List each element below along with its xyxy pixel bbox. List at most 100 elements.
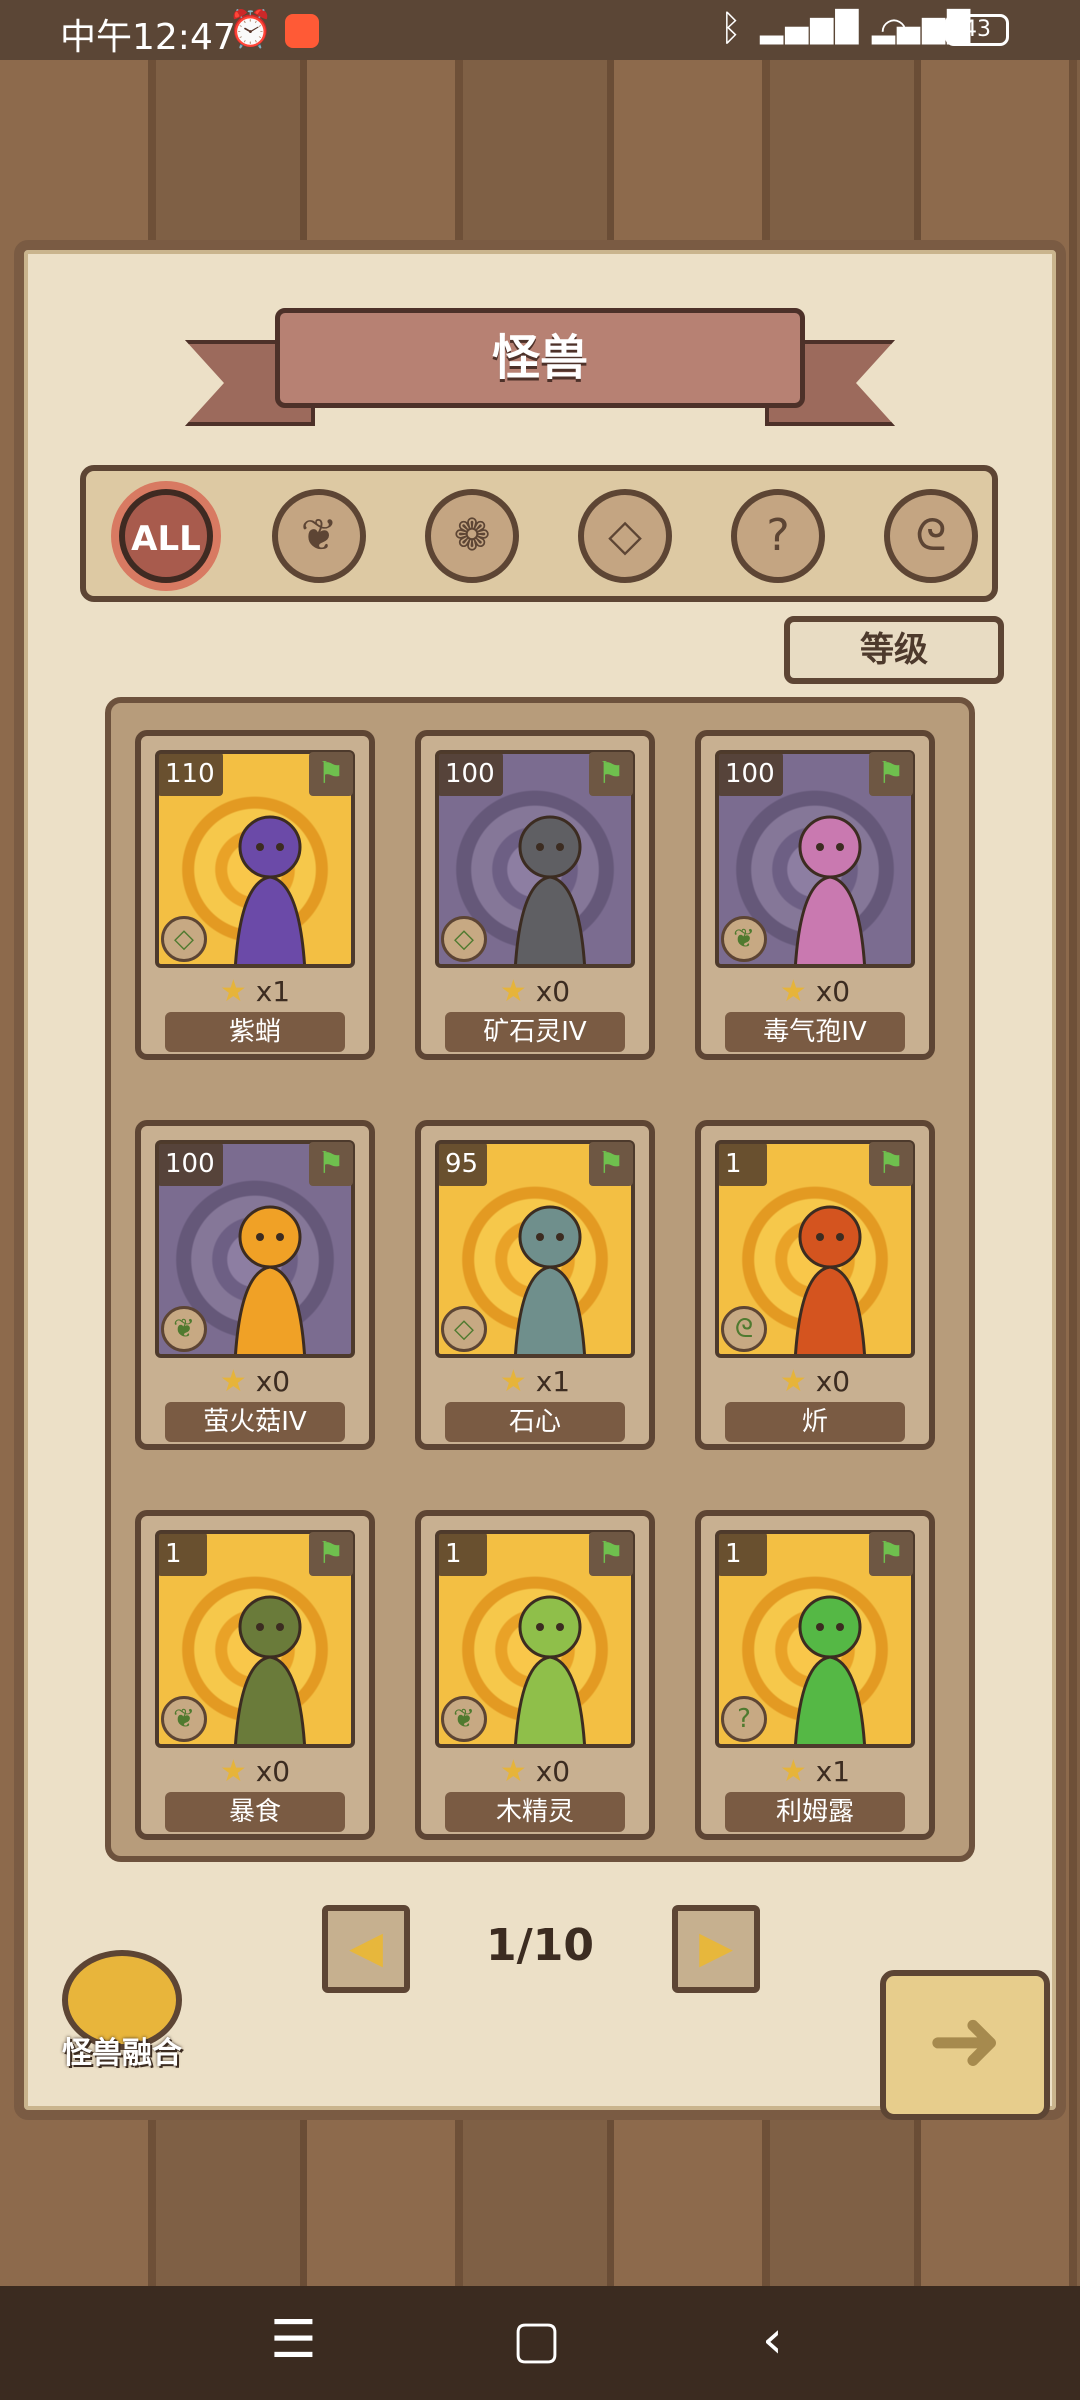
monster-fusion-button[interactable]: 怪兽融合	[58, 1950, 186, 2071]
flag-icon[interactable]: ⚑	[309, 1532, 353, 1576]
filter-all-label: ALL	[131, 519, 201, 559]
flag-icon[interactable]: ⚑	[869, 752, 913, 796]
filter-leaf-button[interactable]: ❦	[272, 489, 366, 583]
leaf-icon: ❦	[441, 1696, 487, 1742]
monster-figure	[514, 1595, 586, 1744]
sort-level-button[interactable]: 等级	[784, 616, 1004, 684]
flag-icon[interactable]: ⚑	[589, 1532, 633, 1576]
count-value: x0	[535, 975, 571, 1008]
star-icon: ★	[779, 1364, 807, 1399]
exit-button[interactable]: ➜	[880, 1970, 1050, 2120]
monster-name: 紫蛸	[165, 1012, 345, 1052]
flag-icon[interactable]: ⚑	[309, 1142, 353, 1186]
filter-rune-button[interactable]: ᘓ	[884, 489, 978, 583]
monster-figure	[234, 1205, 306, 1354]
star-icon: ★	[779, 1754, 807, 1789]
leaf-icon: ❦	[721, 916, 767, 962]
rune-icon: ᘓ	[721, 1306, 767, 1352]
star-icon: ★	[219, 1364, 247, 1399]
monster-card[interactable]: 95 ⚑ ◇ ★ x1 石心	[415, 1120, 655, 1450]
filter-crystal-button[interactable]: ◇	[578, 489, 672, 583]
flag-icon[interactable]: ⚑	[589, 1142, 633, 1186]
back-icon[interactable]: ‹	[762, 2310, 783, 2370]
fusion-label: 怪兽融合	[62, 2036, 182, 2071]
flag-icon[interactable]: ⚑	[869, 1142, 913, 1186]
monster-name: 萤火菇IV	[165, 1402, 345, 1442]
level-badge: 1	[717, 1532, 767, 1576]
question-icon: ?	[766, 510, 790, 561]
status-time: 中午12:47	[60, 17, 236, 58]
crystal-icon: ◇	[441, 916, 487, 962]
count-value: x1	[255, 975, 291, 1008]
crystal-icon: ◇	[441, 1306, 487, 1352]
owned-count: ★ x1	[421, 1364, 649, 1399]
level-badge: 1	[437, 1532, 487, 1576]
monster-card[interactable]: 1 ⚑ ❦ ★ x0 木精灵	[415, 1510, 655, 1840]
monster-card[interactable]: 100 ⚑ ❦ ★ x0 毒气孢IV	[695, 730, 935, 1060]
rune-icon: ᘓ	[915, 510, 947, 561]
monster-card[interactable]: 1 ⚑? ★ x1 利姆露	[695, 1510, 935, 1840]
filter-all-button[interactable]: ALL	[119, 489, 213, 583]
monster-card[interactable]: 110 ⚑ ◇ ★ x1 紫蛸	[135, 730, 375, 1060]
star-icon: ★	[499, 974, 527, 1009]
count-value: x0	[815, 1365, 851, 1398]
level-badge: 95	[437, 1142, 487, 1186]
star-icon: ★	[499, 1754, 527, 1789]
owned-count: ★ x0	[141, 1364, 369, 1399]
filter-question-button[interactable]: ?	[731, 489, 825, 583]
level-badge: 100	[157, 1142, 223, 1186]
owned-count: ★ x1	[701, 1754, 929, 1789]
category-filter-bar: ALL ❦ ❁ ◇ ? ᘓ	[80, 465, 998, 602]
filter-paw-button[interactable]: ❁	[425, 489, 519, 583]
level-badge: 110	[157, 752, 223, 796]
level-badge: 1	[717, 1142, 767, 1186]
monster-figure	[514, 815, 586, 964]
triangle-left-icon: ◀	[349, 1922, 383, 1973]
monster-name: 利姆露	[725, 1792, 905, 1832]
owned-count: ★ x0	[421, 1754, 649, 1789]
system-nav-bar: ☰ ▢ ‹	[0, 2286, 1080, 2400]
flag-icon[interactable]: ⚑	[309, 752, 353, 796]
monster-card[interactable]: 100 ⚑ ❦ ★ x0 萤火菇IV	[135, 1120, 375, 1450]
flag-icon[interactable]: ⚑	[869, 1532, 913, 1576]
paw-icon: ❁	[453, 510, 491, 561]
page-indicator: 1/10	[486, 1920, 594, 1971]
monster-name: 暴食	[165, 1792, 345, 1832]
monster-figure	[794, 815, 866, 964]
home-icon[interactable]: ▢	[512, 2310, 561, 2370]
count-value: x1	[535, 1365, 571, 1398]
owned-count: ★ x0	[701, 1364, 929, 1399]
prev-page-button[interactable]: ◀	[322, 1905, 410, 1993]
signal-icon: ▂▄▆█ ▂▄▆█	[760, 10, 973, 45]
question-icon: ?	[721, 1696, 767, 1742]
monster-card[interactable]: 1 ⚑ ᘓ ★ x0 炘	[695, 1120, 935, 1450]
star-icon: ★	[219, 974, 247, 1009]
monster-card[interactable]: 100 ⚑ ◇ ★ x0 矿石灵IV	[415, 730, 655, 1060]
owned-count: ★ x1	[141, 974, 369, 1009]
monster-card[interactable]: 1 ⚑ ❦ ★ x0 暴食	[135, 1510, 375, 1840]
alarm-icon: ⏰	[228, 9, 273, 50]
count-value: x0	[815, 975, 851, 1008]
owned-count: ★ x0	[141, 1754, 369, 1789]
wifi-icon: ◠	[880, 10, 908, 48]
monster-figure	[794, 1205, 866, 1354]
count-value: x0	[255, 1755, 291, 1788]
status-bar: 中午12:47 ⏰ ᛒ ▂▄▆█ ▂▄▆█ ◠ 43	[0, 0, 1080, 60]
app-notification-icon	[285, 14, 319, 48]
title-banner: 怪兽	[185, 300, 895, 426]
flag-icon[interactable]: ⚑	[589, 752, 633, 796]
monster-name: 炘	[725, 1402, 905, 1442]
monster-figure	[234, 815, 306, 964]
leaf-icon: ❦	[161, 1696, 207, 1742]
leaf-icon: ❦	[161, 1306, 207, 1352]
arrow-right-icon: ➜	[927, 1988, 1003, 2093]
monster-name: 石心	[445, 1402, 625, 1442]
crystal-icon: ◇	[608, 510, 642, 561]
monster-name: 木精灵	[445, 1792, 625, 1832]
star-icon: ★	[779, 974, 807, 1009]
leaf-icon: ❦	[300, 510, 338, 561]
count-value: x0	[255, 1365, 291, 1398]
menu-icon[interactable]: ☰	[270, 2310, 317, 2370]
monster-name: 矿石灵IV	[445, 1012, 625, 1052]
next-page-button[interactable]: ▶	[672, 1905, 760, 1993]
